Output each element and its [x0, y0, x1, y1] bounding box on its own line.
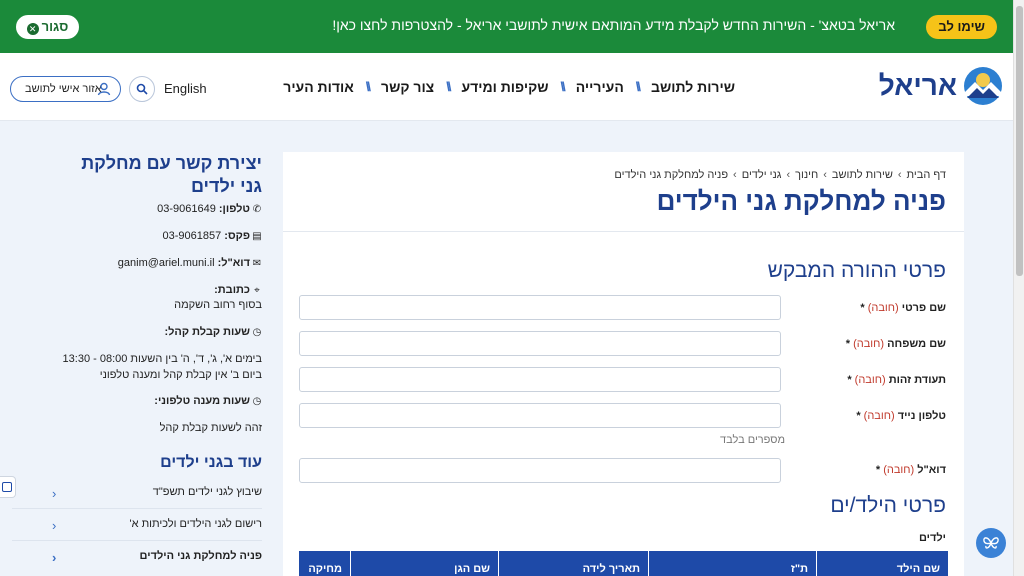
accessibility-icon: [2, 482, 12, 492]
sidebar-link-registration[interactable]: רישום לגני הילדים ולכיתות א' ‹: [52, 518, 262, 533]
user-icon: [97, 82, 111, 96]
chevron-left-icon: ‹: [52, 518, 57, 533]
column-birth-date: תאריך לידה: [498, 551, 648, 576]
contact-title: יצירת קשר עם מחלקת גני ילדים: [81, 153, 262, 196]
language-link[interactable]: English: [164, 81, 207, 96]
page-scrollbar[interactable]: [1013, 0, 1024, 576]
chevron-left-icon: ›: [823, 169, 827, 181]
personal-area-button[interactable]: אזור אישי לתושב: [10, 76, 121, 102]
notice-text-link[interactable]: אריאל בטאצ' - השירות החדש לקבלת מידע המו…: [332, 17, 895, 33]
close-icon: ✕: [26, 23, 39, 35]
site-logo[interactable]: אריאל: [879, 66, 1003, 106]
child-section-title: פרטי הילד/ים: [830, 494, 946, 517]
clock-icon: ◷: [252, 396, 262, 407]
breadcrumb-education[interactable]: חינוך: [795, 169, 818, 181]
email-value[interactable]: ganim@ariel.muni.il: [118, 257, 215, 269]
phone-row: ✆טלפון: 03-9061649: [157, 203, 262, 215]
fax-value: 03-9061857: [162, 230, 222, 242]
last-name-label: שם משפחה (חובה) *: [845, 338, 946, 350]
clock-icon: ◷: [252, 327, 262, 338]
children-label: ילדים: [918, 532, 946, 544]
scrollbar-thumb[interactable]: [1016, 6, 1023, 276]
column-kindergarten: שם הגן: [350, 551, 498, 576]
nav-separator-icon: \\: [560, 79, 566, 94]
location-pin-icon: ⌖: [254, 285, 260, 296]
chevron-left-icon: ›: [733, 169, 737, 181]
search-icon: [136, 83, 148, 95]
personal-area-label: אזור אישי לתושב: [25, 83, 102, 95]
main-nav: שירות לתושב \\ העירייה \\ שקיפות ומידע \…: [283, 79, 735, 95]
nav-separator-icon: \\: [365, 79, 371, 94]
id-number-label: תעודת זהות (חובה) *: [847, 374, 946, 386]
phone-hours-label: ◷שעות מענה טלפוני:: [154, 395, 262, 407]
chevron-left-icon: ›: [897, 169, 902, 181]
chat-button[interactable]: [976, 528, 1006, 558]
column-child-name: שם הילד: [816, 551, 948, 576]
id-number-field[interactable]: [299, 367, 781, 392]
logo-text: אריאל: [878, 70, 957, 101]
chevron-left-icon: ‹: [52, 550, 57, 565]
top-notice-banner: שימו לב אריאל בטאצ' - השירות החדש לקבלת …: [0, 0, 1013, 53]
close-label: סגור: [41, 19, 69, 34]
contact-sidebar: יצירת קשר עם מחלקת גני ילדים ✆טלפון: 03-…: [0, 152, 272, 576]
reception-hours-line2: ביום ב' אין קבלת קהל ומענה טלפוני: [99, 369, 262, 381]
email-row: ✉דוא"ל: ganim@ariel.muni.il: [117, 257, 262, 269]
breadcrumb-current: פניה למחלקת גני הילדים: [614, 169, 729, 181]
nav-separator-icon: \\: [446, 79, 451, 94]
address-label: ⌖כתובת:: [214, 284, 262, 296]
parent-section-title: פרטי ההורה המבקש: [767, 259, 946, 282]
nav-item-resident-services[interactable]: שירות לתושב: [651, 79, 735, 95]
sidebar-link-inquiry[interactable]: פניה למחלקת גני הילדים ‹: [52, 550, 262, 565]
butterfly-icon: [983, 537, 999, 549]
email-field[interactable]: [299, 458, 781, 483]
divider: [12, 508, 262, 509]
phone-icon: ✆: [252, 204, 262, 215]
envelope-icon: ✉: [252, 258, 262, 269]
search-button[interactable]: [129, 76, 155, 102]
breadcrumb: דף הבית › שירות לתושב › חינוך › גני ילדים › פניה…: [614, 169, 946, 181]
first-name-label: שם פרטי (חובה) *: [860, 302, 946, 314]
column-delete: מחיקה: [308, 563, 342, 575]
reception-hours-line1: בימים א', ג', ד', ה' בין השעות 08:00 - 1…: [62, 353, 262, 365]
nav-item-municipality[interactable]: העירייה: [576, 79, 624, 95]
phone-value[interactable]: 03-9061649: [157, 203, 216, 215]
breadcrumb-kindergartens[interactable]: גני ילדים: [742, 169, 782, 181]
nav-separator-icon: \\: [635, 79, 641, 94]
page-title: פניה למחלקת גני הילדים: [656, 186, 946, 216]
last-name-field[interactable]: [299, 331, 781, 356]
logo-icon: [964, 67, 1002, 105]
breadcrumb-home[interactable]: דף הבית: [907, 169, 946, 181]
mobile-phone-hint: מספרים בלבד: [720, 434, 786, 446]
breadcrumb-resident-services[interactable]: שירות לתושב: [832, 169, 893, 181]
chevron-left-icon: ‹: [52, 486, 57, 501]
fax-icon: ▤: [252, 231, 262, 242]
sidebar-link-placement[interactable]: שיבוץ לגני ילדים תשפ"ד ‹: [52, 486, 262, 501]
mobile-phone-label: טלפון נייד (חובה) *: [856, 410, 946, 422]
divider: [12, 540, 262, 541]
chevron-left-icon: ›: [786, 169, 791, 181]
form-card: דף הבית › שירות לתושב › חינוך › גני ילדים › פניה…: [283, 152, 964, 576]
page-header: דף הבית › שירות לתושב › חינוך › גני ילדים › פניה…: [283, 152, 964, 232]
nav-item-transparency[interactable]: שקיפות ומידע: [461, 79, 548, 95]
email-label: דוא"ל (חובה) *: [875, 464, 946, 476]
children-table-header: שם הילד ת"ז תאריך לידה שם הגן מחיקה: [299, 551, 948, 576]
reception-hours-label: ◷שעות קבלת קהל:: [164, 326, 262, 338]
fax-row: ▤פקס: 03-9061857: [162, 230, 262, 242]
address-value: בסוף רחוב השקמה: [174, 299, 262, 311]
column-id: ת"ז: [648, 551, 816, 576]
phone-hours-value: זהה לשעות קבלת קהל: [159, 422, 262, 434]
nav-item-contact[interactable]: צור קשר: [381, 79, 434, 95]
first-name-field[interactable]: [299, 295, 781, 320]
more-kindergartens-title: עוד בגני ילדים: [160, 454, 262, 471]
mobile-phone-field[interactable]: [299, 403, 781, 428]
accessibility-toggle[interactable]: [0, 476, 16, 498]
close-banner-button[interactable]: ✕ סגור: [16, 15, 79, 39]
nav-item-about[interactable]: אודות העיר: [283, 79, 354, 95]
notice-button[interactable]: שימו לב: [926, 15, 997, 39]
